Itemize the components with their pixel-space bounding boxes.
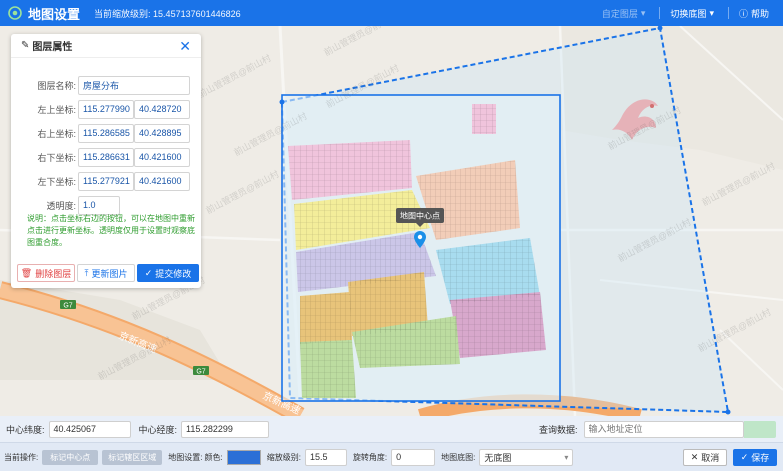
update-image-button[interactable]: ⤒ 更新图片 <box>77 264 135 282</box>
mark-center-button[interactable]: 标记中心点 <box>42 449 99 465</box>
map-setting-label: 地图设置: <box>168 452 203 462</box>
edit-icon: ✎ <box>21 40 30 51</box>
mark-area-button[interactable]: 标记辖区区域 <box>102 449 163 465</box>
panel-header: ✎ 图层属性 ✕ <box>11 34 201 58</box>
current-op-label: 当前操作: <box>4 452 39 462</box>
bottom-left-lng-input[interactable]: 115.277921 <box>78 171 134 191</box>
update-image-label: 更新图片 <box>91 268 128 279</box>
help-button[interactable]: ⓘ 帮助 <box>739 7 769 20</box>
trash-icon: 🗑 <box>20 267 33 278</box>
opacity-label: 透明度: <box>46 200 76 211</box>
highway-shield: G7 <box>60 300 76 310</box>
grid-overlay <box>300 340 356 398</box>
top-left-label: 左上坐标: <box>37 104 76 115</box>
zoom-level-input[interactable]: 15.5 <box>304 448 347 466</box>
switch-basemap-label: 切换底图 <box>670 8 707 19</box>
basemap-select[interactable]: 无底图 ▾ <box>479 448 574 466</box>
corner-handle[interactable] <box>725 409 731 415</box>
bottom-right-lat-input[interactable]: 40.421600 <box>134 147 190 167</box>
bottom-right-lng-input[interactable]: 115.286631 <box>78 147 134 167</box>
top-left-lat-input[interactable]: 40.428720 <box>134 99 190 119</box>
upload-icon: ⤒ <box>84 267 89 278</box>
bottom-right-label: 右下坐标: <box>37 152 76 163</box>
highway-code: G7 <box>196 369 205 376</box>
top-left-lng-input[interactable]: 115.277990 <box>78 99 134 119</box>
tooltip-text: 地图中心点 <box>400 211 440 221</box>
map-settings-bar: 当前操作: 标记中心点 标记辖区区域 地图设置: 颜色: 缩放级别: 15.5 … <box>0 442 783 471</box>
panel-actions: 🗑 删除图层 ⤒ 更新图片 ✓ 提交修改 <box>17 264 199 282</box>
cancel-label: 取消 <box>701 452 720 463</box>
center-lng-input[interactable]: 115.282299 <box>181 420 270 438</box>
top-right-label: 右上坐标: <box>37 128 76 139</box>
switch-basemap-menu[interactable]: 切换底图 ▾ <box>670 7 714 20</box>
save-label: 保存 <box>751 452 770 463</box>
zoom-readout-label: 当前缩放级别: <box>94 8 151 19</box>
chevron-down-icon: ▾ <box>640 7 646 18</box>
help-note: 说明：点击坐标右边的按钮，可以在地图中重新点击进行更新坐标。透明度仅用于设置时观… <box>27 214 195 247</box>
zoom-readout-value: 15.457137601446826 <box>153 8 241 19</box>
close-icon[interactable]: ✕ <box>179 39 191 53</box>
panel-title: 图层属性 <box>32 42 73 53</box>
divider <box>727 7 729 19</box>
chevron-down-icon: ▾ <box>564 452 569 462</box>
rotate-angle-label: 旋转角度: <box>352 452 388 462</box>
grid-overlay <box>450 292 546 358</box>
app-logo-icon <box>8 6 22 20</box>
delete-layer-label: 删除图层 <box>35 268 72 279</box>
help-icon: ⓘ <box>738 8 748 19</box>
search-button[interactable] <box>743 420 776 438</box>
top-right-lng-input[interactable]: 115.286585 <box>78 123 134 143</box>
layer-name-label: 图层名称: <box>37 80 76 91</box>
divider <box>659 7 661 19</box>
header-actions: 自定图层 ▾ 切换底图 ▾ ⓘ 帮助 <box>602 0 783 26</box>
save-button[interactable]: ✓ 保存 <box>733 448 777 466</box>
custom-layer-label: 自定图层 <box>601 8 638 19</box>
cancel-button[interactable]: ✕ 取消 <box>683 448 727 466</box>
grid-overlay <box>472 104 496 134</box>
zoom-readout: 当前缩放级别: 15.457137601446826 <box>94 7 241 20</box>
check-icon: ✓ <box>740 451 749 462</box>
color-label: 颜色: <box>204 452 223 462</box>
close-icon: ✕ <box>690 451 699 462</box>
chevron-down-icon: ▾ <box>709 7 714 18</box>
bottom-left-lat-input[interactable]: 40.421600 <box>134 171 190 191</box>
center-coord-bar: 中心纬度: 40.425067 中心经度: 115.282299 查询数据: <box>0 416 783 442</box>
submit-changes-button[interactable]: ✓ 提交修改 <box>137 264 199 282</box>
top-right-coord-row: 右上坐标: 115.286585 40.428895 <box>11 123 190 143</box>
query-label: 查询数据: <box>539 424 578 435</box>
zoom-level-label: 缩放级别: <box>266 452 301 462</box>
rotate-angle-input[interactable]: 0 <box>391 448 436 466</box>
center-lng-label: 中心经度: <box>138 424 178 435</box>
layer-property-panel: ✎ 图层属性 ✕ 图层名称: 房屋分布 左上坐标: 115.277990 40.… <box>11 34 201 288</box>
layer-name-row: 图层名称: 房屋分布 <box>11 75 190 95</box>
help-label: 帮助 <box>750 8 769 19</box>
center-lat-input[interactable]: 40.425067 <box>48 420 131 438</box>
basemap-label: 地图底图: <box>441 452 476 462</box>
layer-name-input[interactable]: 房屋分布 <box>78 75 190 95</box>
delete-layer-button[interactable]: 🗑 删除图层 <box>17 264 75 282</box>
check-icon: ✓ <box>144 267 153 278</box>
address-search-input[interactable] <box>583 420 744 438</box>
opacity-input[interactable]: 1.0 <box>78 195 120 215</box>
app-header: 地图设置 当前缩放级别: 15.457137601446826 自定图层 ▾ 切换… <box>0 0 783 26</box>
highway-code: G7 <box>63 303 72 310</box>
bottom-left-label: 左下坐标: <box>37 176 76 187</box>
corner-handle[interactable] <box>279 99 285 105</box>
basemap-select-value: 无底图 <box>484 452 512 463</box>
opacity-row: 透明度: 1.0 <box>11 195 120 215</box>
bottom-left-coord-row: 左下坐标: 115.277921 40.421600 <box>11 171 190 191</box>
bottom-right-coord-row: 右下坐标: 115.286631 40.421600 <box>11 147 190 167</box>
top-right-lat-input[interactable]: 40.428895 <box>134 123 190 143</box>
app-title: 地图设置 <box>28 6 81 22</box>
center-lat-label: 中心纬度: <box>6 424 45 435</box>
grid-overlay <box>300 292 352 344</box>
highway-shield: G7 <box>193 366 209 376</box>
submit-changes-label: 提交修改 <box>155 268 192 279</box>
top-left-coord-row: 左上坐标: 115.277990 40.428720 <box>11 99 190 119</box>
color-picker[interactable] <box>226 449 261 465</box>
custom-layer-menu[interactable]: 自定图层 ▾ <box>602 7 646 20</box>
